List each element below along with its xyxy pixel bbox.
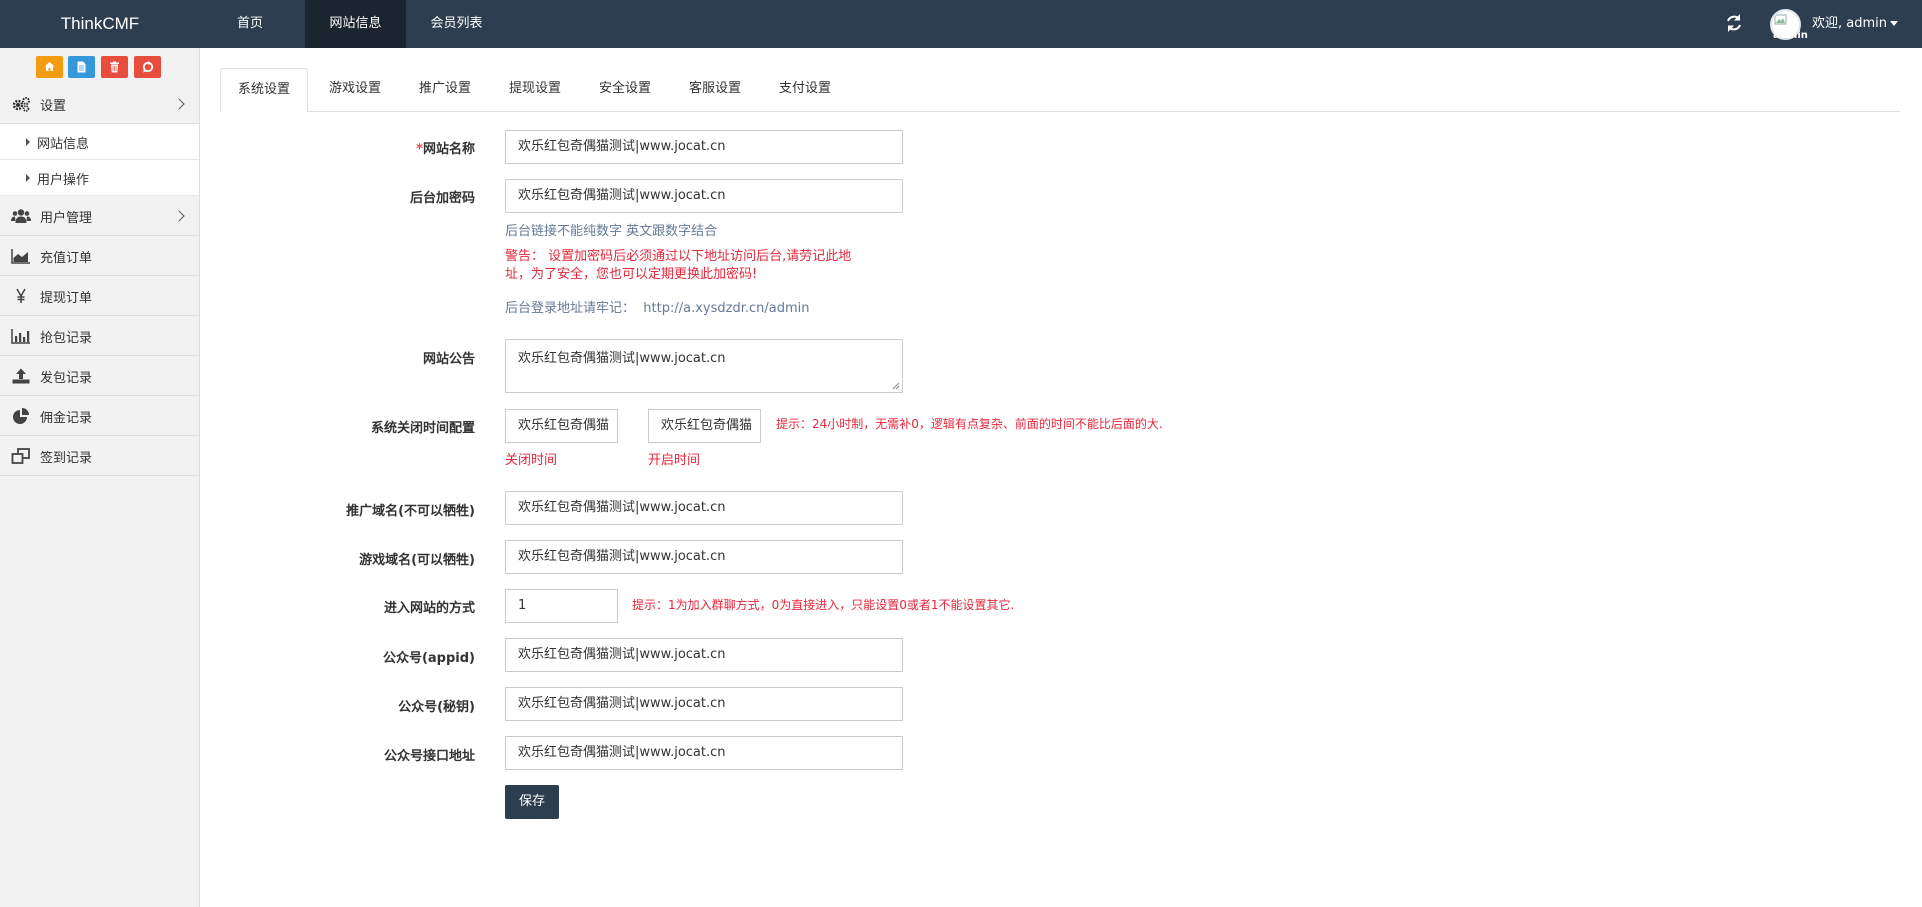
entry-mode-tip: 提示：1为加入群聊方式，0为直接进入，只能设置0或者1不能设置其它. [632,598,1015,612]
sidebar: 设置 网站信息 用户操作 用户管理 充值订单 提现订单 抢包记录 发包记录 佣金… [0,48,200,907]
entry-mode-label: 进入网站的方式 [383,601,475,616]
admin-password-label: 后台加密码 [409,191,475,206]
sidebar-item-label: 提现订单 [40,291,93,306]
pie-chart-icon [13,408,29,424]
announcement-value: 欢乐红包奇偶猫测试|www.jocat.cn [518,351,726,366]
sidebar-item-checkin-records[interactable]: 签到记录 [0,436,199,476]
save-button[interactable]: 保存 [505,785,559,819]
top-navbar: ThinkCMF 首页 网站信息 会员列表 admin 欢迎, admin [0,0,1922,48]
sidebar-item-label: 签到记录 [40,451,93,466]
sidebar-item-user-management[interactable]: 用户管理 [0,196,199,236]
secret-input[interactable]: 欢乐红包奇偶猫测试|www.jocat.cn [505,687,903,721]
nav-home[interactable]: 首页 [225,0,275,48]
login-url-hint: 后台登录地址请牢记： http://a.xysdzdr.cn/admin [505,297,809,316]
refresh-icon[interactable] [1723,12,1745,34]
settings-tabs: 系统设置 游戏设置 推广设置 提现设置 安全设置 客服设置 支付设置 [220,68,1900,113]
tab-system-settings[interactable]: 系统设置 [220,68,308,113]
tab-game-settings[interactable]: 游戏设置 [312,68,398,112]
welcome-text: 欢迎, admin [1812,16,1887,31]
quick-recycle-button[interactable] [134,56,161,78]
sidebar-subitem-label: 网站信息 [37,137,90,152]
tab-service-settings[interactable]: 客服设置 [672,68,758,112]
quick-trash-button[interactable] [101,56,128,78]
sidebar-subitem-user-ops[interactable]: 用户操作 [0,160,199,196]
area-chart-icon [11,249,30,264]
close-time-label: 系统关闭时间配置 [370,421,475,436]
sidebar-subitem-site-info[interactable]: 网站信息 [0,124,199,160]
appid-label: 公众号(appid) [382,651,475,666]
clone-icon [11,448,30,464]
nav-site-info[interactable]: 网站信息 [305,0,406,48]
sidebar-item-label: 发包记录 [40,371,93,386]
quick-file-button[interactable] [68,56,95,78]
admin-password-warning-line1: 警告： 设置加密码后必须通过以下地址访问后台,请劳记此地 [505,249,852,264]
upload-icon [12,368,30,384]
admin-password-input[interactable]: 欢乐红包奇偶猫测试|www.jocat.cn [505,179,903,213]
users-icon [11,209,31,223]
site-name-label-text: 网站名称 [422,142,475,157]
promo-domain-input[interactable]: 欢乐红包奇偶猫测试|www.jocat.cn [505,491,903,525]
user-menu[interactable]: 欢迎, admin [1812,0,1898,48]
sidebar-item-settings[interactable]: 设置 [0,84,199,124]
api-url-input[interactable]: 欢乐红包奇偶猫测试|www.jocat.cn [505,736,903,770]
site-name-label: *网站名称 [215,138,475,157]
caret-down-icon [1890,21,1898,26]
game-domain-input[interactable]: 欢乐红包奇偶猫测试|www.jocat.cn [505,540,903,574]
caret-right-icon [26,138,30,146]
admin-password-help: 后台链接不能纯数字 英文跟数字结合 [505,224,718,239]
chevron-right-icon [173,98,185,110]
sidebar-item-recharge-orders[interactable]: 充值订单 [0,236,199,276]
close-time-input[interactable]: 欢乐红包奇偶猫 [505,409,618,443]
login-url-label: 后台登录地址请牢记： [505,301,636,316]
sidebar-item-label: 充值订单 [40,251,93,266]
sidebar-item-label: 用户管理 [40,211,93,226]
admin-password-warning-line2: 址，为了安全，您也可以定期更换此加密码! [505,267,758,282]
sidebar-item-label: 设置 [40,99,67,114]
resize-handle-icon[interactable] [892,382,900,390]
sidebar-item-commission-records[interactable]: 佣金记录 [0,396,199,436]
chevron-right-icon [173,210,185,222]
close-time-tip: 提示：24小时制，无需补0，逻辑有点复杂、前面的时间不能比后面的大. [776,417,1163,431]
brand-logo[interactable]: ThinkCMF [0,0,200,48]
caret-right-icon [26,174,30,182]
announcement-textarea[interactable]: 欢乐红包奇偶猫测试|www.jocat.cn [505,339,903,393]
home-icon [44,62,55,71]
tab-payment-settings[interactable]: 支付设置 [762,68,848,112]
open-time-input[interactable]: 欢乐红包奇偶猫 [648,409,761,443]
trash-icon [110,61,119,73]
quick-home-button[interactable] [36,56,63,78]
sidebar-subitem-label: 用户操作 [37,173,90,188]
sidebar-item-send-records[interactable]: 发包记录 [0,356,199,396]
tab-withdraw-settings[interactable]: 提现设置 [492,68,578,112]
announcement-label: 网站公告 [422,352,475,367]
gears-icon [12,97,30,112]
yen-icon [16,288,26,303]
api-url-label: 公众号接口地址 [383,749,475,764]
secret-label: 公众号(秘钥) [398,700,475,715]
appid-input[interactable]: 欢乐红包奇偶猫测试|www.jocat.cn [505,638,903,672]
bar-chart-icon [11,329,30,344]
game-domain-label: 游戏域名(可以牺牲) [359,553,475,568]
file-icon [77,61,86,73]
avatar-alt-text: admin [1773,30,1808,41]
close-time-caption: 关闭时间 [505,453,558,468]
recycle-icon [142,61,154,73]
nav-member-list[interactable]: 会员列表 [420,0,493,48]
sidebar-item-label: 佣金记录 [40,411,93,426]
sidebar-item-grab-records[interactable]: 抢包记录 [0,316,199,356]
promo-domain-label: 推广域名(不可以牺牲) [346,504,475,519]
open-time-caption: 开启时间 [648,453,701,468]
sidebar-item-label: 抢包记录 [40,331,93,346]
required-mark: * [416,142,423,157]
tab-promotion-settings[interactable]: 推广设置 [402,68,488,112]
entry-mode-input[interactable]: 1 [505,589,618,623]
tab-security-settings[interactable]: 安全设置 [582,68,668,112]
site-name-input[interactable]: 欢乐红包奇偶猫测试|www.jocat.cn [505,130,903,164]
login-url-link[interactable]: http://a.xysdzdr.cn/admin [643,301,809,316]
sidebar-item-withdraw-orders[interactable]: 提现订单 [0,276,199,316]
